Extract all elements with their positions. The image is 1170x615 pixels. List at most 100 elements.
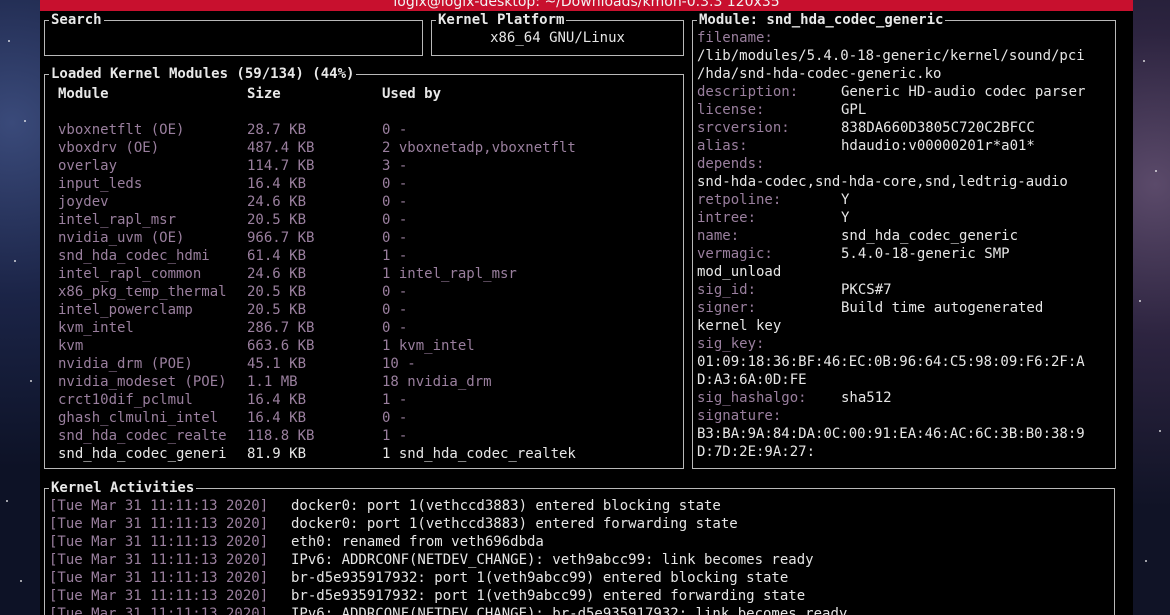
info-key: sig_key: xyxy=(697,336,765,352)
module-name: kvm xyxy=(58,338,84,354)
activity-timestamp: [Tue Mar 31 11:11:13 2020] xyxy=(49,606,269,615)
activities-title: Kernel Activities xyxy=(49,479,197,497)
search-input[interactable] xyxy=(51,29,411,47)
info-value: 5.4.0-18-generic SMP xyxy=(841,246,1010,262)
module-used-by: 0 - xyxy=(382,302,408,318)
info-value: /lib/modules/5.4.0-18-generic/kernel/sou… xyxy=(697,48,1085,64)
size-column-header[interactable]: Size xyxy=(247,85,281,103)
module-used-by: 1 - xyxy=(382,428,408,444)
info-value: GPL xyxy=(841,102,867,118)
module-used-by: 2 vboxnetadp,vboxnetflt xyxy=(382,140,576,156)
module-used-by: 1 - xyxy=(382,248,408,264)
info-key: intree: xyxy=(697,210,757,226)
activity-message: IPv6: ADDRCONF(NETDEV_CHANGE): veth9abcc… xyxy=(291,552,814,568)
module-size: 81.9 KB xyxy=(247,446,307,462)
module-name: vboxnetflt (OE) xyxy=(58,122,185,138)
module-row[interactable]: overlay 114.7 KB 3 - xyxy=(45,157,681,175)
module-size: 20.5 KB xyxy=(247,212,307,228)
module-row[interactable]: snd_hda_codec_hdmi 61.4 KB 1 - xyxy=(45,247,681,265)
module-size: 966.7 KB xyxy=(247,230,315,246)
module-size: 487.4 KB xyxy=(247,140,315,156)
module-size: 24.6 KB xyxy=(247,266,307,282)
platform-title: Kernel Platform xyxy=(436,11,567,29)
info-value: D:A3:6A:0D:FE xyxy=(697,372,807,388)
module-row[interactable]: kvm_intel 286.7 KB 0 - xyxy=(45,319,681,337)
module-size: 663.6 KB xyxy=(247,338,315,354)
info-key: filename: xyxy=(697,30,773,46)
module-name: snd_hda_codec_realte xyxy=(58,428,227,444)
module-used-by: 1 intel_rapl_msr xyxy=(382,266,517,282)
module-row[interactable]: crct10dif_pclmul 16.4 KB 1 - xyxy=(45,391,681,409)
search-panel[interactable]: Search xyxy=(44,11,423,56)
info-value: 838DA660D3805C720C2BFCC xyxy=(841,120,1035,136)
info-value: /hda/snd-hda-codec-generic.ko xyxy=(697,66,942,82)
module-name: input_leds xyxy=(58,176,143,192)
info-value: snd-hda-codec,snd-hda-core,snd,ledtrig-a… xyxy=(697,174,1068,190)
module-name: nvidia_modeset (POE) xyxy=(58,374,227,390)
info-value: kernel key xyxy=(697,318,782,334)
module-row[interactable]: snd_hda_codec_generi 81.9 KB 1 snd_hda_cod… xyxy=(45,445,681,463)
info-value: D:7D:2E:9A:27: xyxy=(697,444,816,460)
info-value: mod_unload xyxy=(697,264,782,280)
activity-message: docker0: port 1(vethccd3883) entered blo… xyxy=(291,498,721,514)
module-size: 16.4 KB xyxy=(247,392,307,408)
info-key: vermagic: xyxy=(697,246,773,262)
module-used-by: 0 - xyxy=(382,284,408,300)
info-value: Generic HD-audio codec parser xyxy=(841,84,1086,100)
module-row[interactable]: nvidia_uvm (OE) 966.7 KB 0 - xyxy=(45,229,681,247)
info-value: Y xyxy=(841,192,850,208)
module-used-by: 0 - xyxy=(382,320,408,336)
used-by-column-header[interactable]: Used by xyxy=(382,85,441,103)
info-key: name: xyxy=(697,228,740,244)
module-row[interactable]: snd_hda_codec_realte 118.8 KB 1 - xyxy=(45,427,681,445)
module-row[interactable]: intel_rapl_msr 20.5 KB 0 - xyxy=(45,211,681,229)
activity-timestamp: [Tue Mar 31 11:11:13 2020] xyxy=(49,570,269,586)
module-row[interactable]: joydev 24.6 KB 0 - xyxy=(45,193,681,211)
module-row[interactable]: intel_powerclamp 20.5 KB 0 - xyxy=(45,301,681,319)
module-used-by: 0 - xyxy=(382,176,408,192)
module-row[interactable]: vboxdrv (OE) 487.4 KB 2 vboxnetadp,vboxnet… xyxy=(45,139,681,157)
activity-timestamp: [Tue Mar 31 11:11:13 2020] xyxy=(49,498,269,514)
info-value: Build time autogenerated xyxy=(841,300,1044,316)
activity-message: br-d5e935917932: port 1(veth9abcc99) ent… xyxy=(291,588,806,604)
module-row[interactable]: nvidia_modeset (POE) 1.1 MB 18 nvidia_drm xyxy=(45,373,681,391)
module-row[interactable]: ghash_clmulni_intel 16.4 KB 0 - xyxy=(45,409,681,427)
platform-value: x86_64 GNU/Linux xyxy=(490,30,625,46)
module-name: intel_rapl_common xyxy=(58,266,202,282)
module-info-panel[interactable]: Module: snd_hda_codec_generic filename: /… xyxy=(692,11,1116,469)
module-row[interactable]: vboxnetflt (OE) 28.7 KB 0 - xyxy=(45,121,681,139)
activity-message: eth0: renamed from veth696dbda xyxy=(291,534,544,550)
module-row[interactable]: x86_pkg_temp_thermal 20.5 KB 0 - xyxy=(45,283,681,301)
terminal-window[interactable]: Search Kernel Platform x86_64 GNU/Linux … xyxy=(40,11,1133,615)
module-row[interactable]: input_leds 16.4 KB 0 - xyxy=(45,175,681,193)
search-title: Search xyxy=(49,11,104,29)
module-size: 16.4 KB xyxy=(247,176,307,192)
module-name: kvm_intel xyxy=(58,320,134,336)
module-size: 118.8 KB xyxy=(247,428,315,444)
module-size: 286.7 KB xyxy=(247,320,315,336)
module-size: 45.1 KB xyxy=(247,356,307,372)
module-size: 114.7 KB xyxy=(247,158,315,174)
module-size: 16.4 KB xyxy=(247,410,307,426)
module-name: joydev xyxy=(58,194,109,210)
activities-panel[interactable]: Kernel Activities [Tue Mar 31 11:11:13 2… xyxy=(44,479,1115,615)
module-row[interactable]: intel_rapl_common 24.6 KB 1 intel_rapl_msr xyxy=(45,265,681,283)
info-value: PKCS#7 xyxy=(841,282,892,298)
platform-panel: Kernel Platform x86_64 GNU/Linux xyxy=(431,11,684,56)
info-key: description: xyxy=(697,84,799,100)
module-used-by: 0 - xyxy=(382,212,408,228)
window-titlebar[interactable]: logix@logix-desktop: ~/Downloads/kmon-0.… xyxy=(40,0,1133,11)
module-row[interactable]: nvidia_drm (POE) 45.1 KB 10 - xyxy=(45,355,681,373)
module-name: snd_hda_codec_hdmi xyxy=(58,248,210,264)
module-name: ghash_clmulni_intel xyxy=(58,410,219,426)
module-used-by: 1 snd_hda_codec_realtek xyxy=(382,446,576,462)
module-row[interactable]: kvm 663.6 KB 1 kvm_intel xyxy=(45,337,681,355)
info-key: signer: xyxy=(697,300,757,316)
info-key: sig_hashalgo: xyxy=(697,390,807,406)
activity-message: IPv6: ADDRCONF(NETDEV_CHANGE): br-d5e935… xyxy=(291,606,848,615)
module-column-header[interactable]: Module xyxy=(58,85,109,103)
info-key: license: xyxy=(697,102,765,118)
module-size: 20.5 KB xyxy=(247,302,307,318)
modules-panel[interactable]: Loaded Kernel Modules (59/134) (44%) Mod… xyxy=(44,65,684,469)
desktop-wallpaper-left xyxy=(0,0,40,615)
